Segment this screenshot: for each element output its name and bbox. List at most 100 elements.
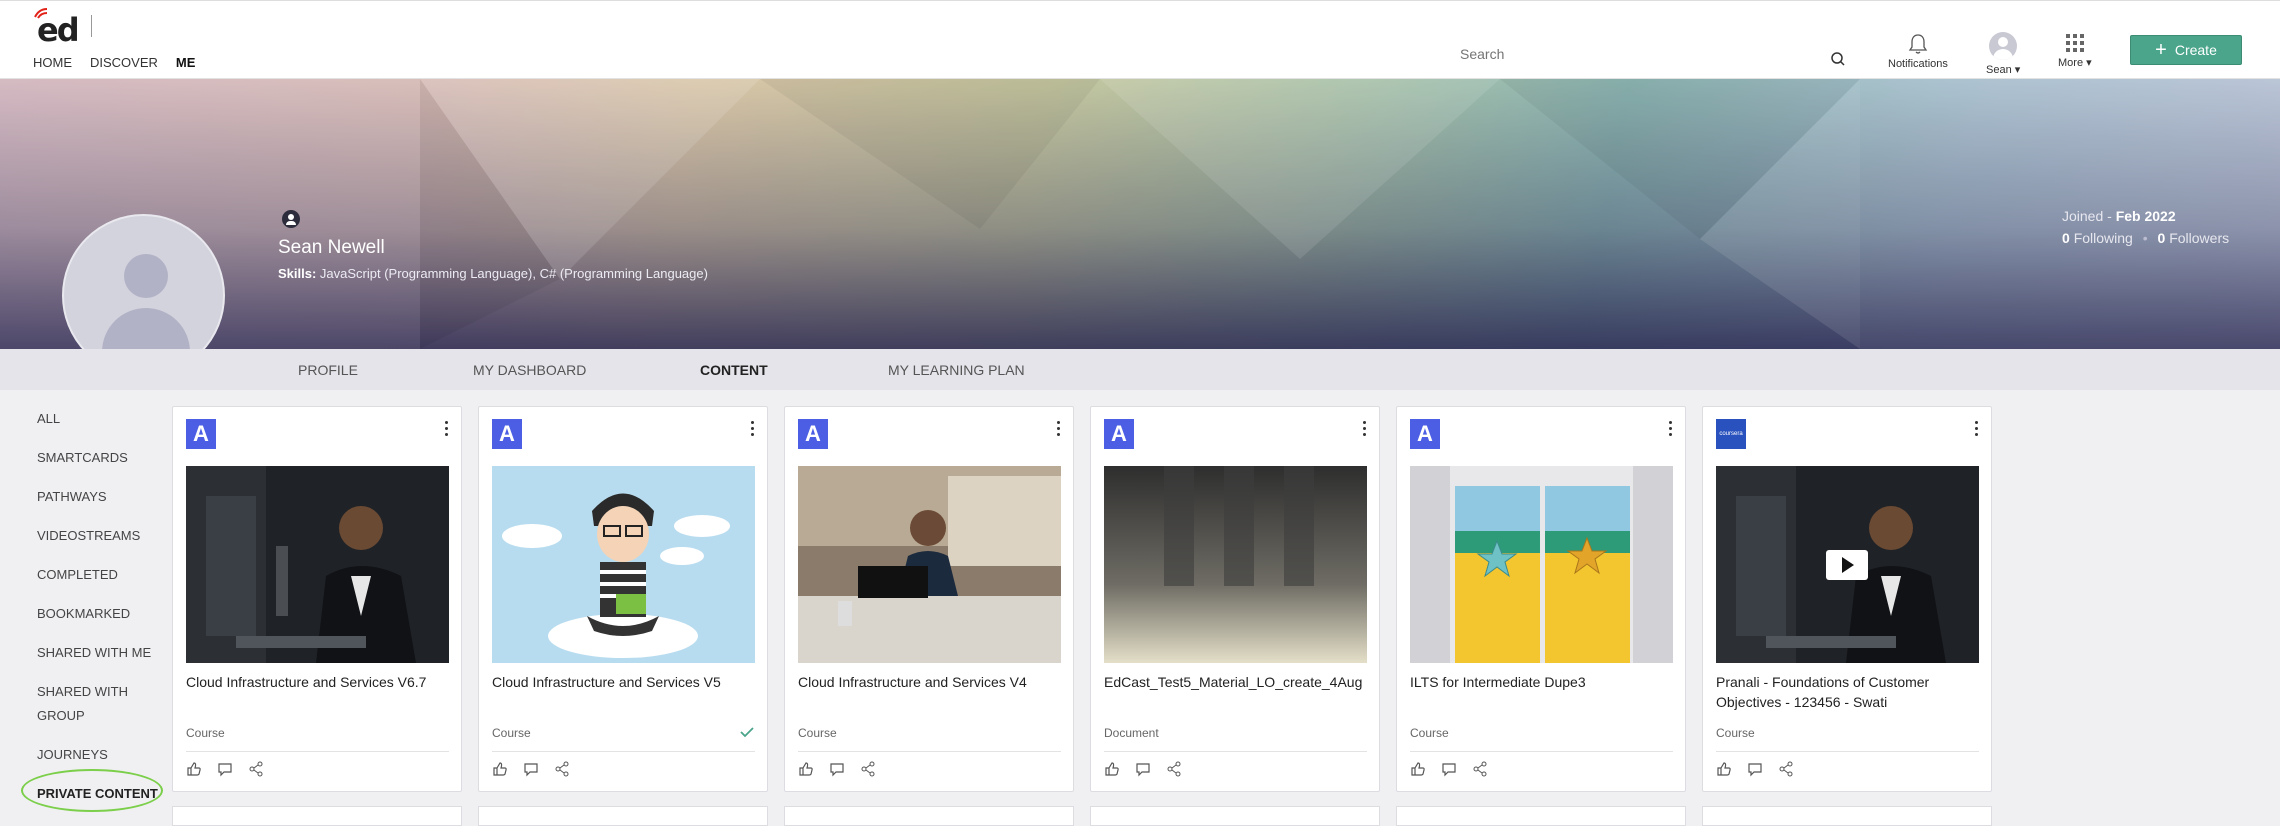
highlight-circle: [21, 769, 163, 812]
search-input[interactable]: [1460, 46, 1810, 62]
notifications-button[interactable]: Notifications: [1888, 33, 1948, 70]
bell-icon: [1908, 34, 1928, 54]
content-card-next-row[interactable]: [1090, 806, 1380, 826]
card-thumbnail[interactable]: [1716, 466, 1979, 663]
filter-journeys[interactable]: JOURNEYS: [37, 743, 108, 767]
card-type: Course: [798, 726, 837, 740]
share-icon[interactable]: [554, 761, 570, 777]
joined-date: Joined - Feb 2022: [2062, 208, 2176, 224]
tab-content[interactable]: CONTENT: [700, 362, 768, 378]
share-icon[interactable]: [1472, 761, 1488, 777]
filter-completed[interactable]: COMPLETED: [37, 563, 118, 587]
content-card[interactable]: A Cloud Infrastructure and Services V6.7…: [172, 406, 462, 792]
search-icon[interactable]: [1830, 51, 1846, 67]
following-link[interactable]: Following: [2074, 230, 2133, 246]
content-card[interactable]: A Cloud Infrastructure and Services V5 C…: [478, 406, 768, 792]
comment-icon[interactable]: [829, 761, 845, 777]
user-menu[interactable]: Sean ▾: [1986, 32, 2020, 76]
tab-my-learning-plan[interactable]: MY LEARNING PLAN: [888, 362, 1025, 378]
card-actions: [186, 761, 264, 777]
content-card-next-row[interactable]: [1396, 806, 1686, 826]
create-button-label: Create: [2174, 42, 2217, 58]
card-thumbnail[interactable]: [1410, 466, 1673, 663]
more-menu[interactable]: More ▾: [2058, 33, 2092, 69]
content-card-next-row[interactable]: [1702, 806, 1992, 826]
card-actions: [1716, 761, 1794, 777]
card-provider-badge: A: [492, 419, 522, 449]
comment-icon[interactable]: [217, 761, 233, 777]
content-card[interactable]: A ILTS for Intermediate Dupe3 Course: [1396, 406, 1686, 792]
card-actions: [1104, 761, 1182, 777]
content-card[interactable]: A EdCast_Test5_Material_LO_create_4Aug D…: [1090, 406, 1380, 792]
comment-icon[interactable]: [523, 761, 539, 777]
card-provider-badge: A: [1410, 419, 1440, 449]
like-icon[interactable]: [798, 761, 814, 777]
kebab-menu-icon[interactable]: [1975, 421, 1979, 439]
nav-discover[interactable]: DISCOVER: [90, 55, 158, 70]
plus-icon: +: [2155, 39, 2167, 61]
like-icon[interactable]: [186, 761, 202, 777]
card-title[interactable]: Pranali - Foundations of Customer Object…: [1716, 672, 1981, 712]
tab-profile[interactable]: PROFILE: [298, 362, 358, 378]
card-title[interactable]: Cloud Infrastructure and Services V6.7: [186, 672, 451, 692]
share-icon[interactable]: [248, 761, 264, 777]
create-button[interactable]: + Create: [2130, 35, 2242, 65]
card-divider: [186, 751, 449, 752]
like-icon[interactable]: [492, 761, 508, 777]
edcast-logo[interactable]: ed: [33, 7, 93, 49]
kebab-menu-icon[interactable]: [1363, 421, 1367, 439]
search-bar: [1460, 41, 1850, 75]
logo-text: ed: [37, 11, 80, 49]
content-card[interactable]: coursera Pranali - Foundations of Custom…: [1702, 406, 1992, 792]
kebab-menu-icon[interactable]: [1669, 421, 1673, 439]
card-divider: [1104, 751, 1367, 752]
top-header: ed HOME DISCOVER ME Notifications Sean ▾: [0, 0, 2280, 79]
filter-shared-with-me[interactable]: SHARED WITH ME: [37, 641, 151, 665]
card-title[interactable]: ILTS for Intermediate Dupe3: [1410, 672, 1675, 692]
play-icon[interactable]: [1826, 550, 1868, 580]
card-thumbnail[interactable]: [186, 466, 449, 663]
kebab-menu-icon[interactable]: [1057, 421, 1061, 439]
card-title[interactable]: Cloud Infrastructure and Services V4: [798, 672, 1063, 692]
filter-shared-with-group-line2[interactable]: GROUP: [37, 704, 85, 728]
user-menu-label: Sean ▾: [1986, 64, 2021, 76]
card-title[interactable]: Cloud Infrastructure and Services V5: [492, 672, 757, 692]
filter-shared-with-group[interactable]: SHARED WITH: [37, 680, 128, 704]
kebab-menu-icon[interactable]: [751, 421, 755, 439]
tab-my-dashboard[interactable]: MY DASHBOARD: [473, 362, 586, 378]
content-card-next-row[interactable]: [784, 806, 1074, 826]
nav-home[interactable]: HOME: [33, 55, 72, 70]
nav-me[interactable]: ME: [176, 55, 196, 70]
comment-icon[interactable]: [1135, 761, 1151, 777]
following-count: 0: [2062, 230, 2070, 246]
content-card-next-row[interactable]: [172, 806, 462, 826]
filter-pathways[interactable]: PATHWAYS: [37, 485, 107, 509]
content-card[interactable]: A Cloud Infrastructure and Services V4 C…: [784, 406, 1074, 792]
card-title[interactable]: EdCast_Test5_Material_LO_create_4Aug: [1104, 672, 1369, 692]
like-icon[interactable]: [1716, 761, 1732, 777]
content-card-next-row[interactable]: [478, 806, 768, 826]
filter-bookmarked[interactable]: BOOKMARKED: [37, 602, 130, 626]
kebab-menu-icon[interactable]: [445, 421, 449, 439]
share-icon[interactable]: [860, 761, 876, 777]
share-icon[interactable]: [1778, 761, 1794, 777]
like-icon[interactable]: [1104, 761, 1120, 777]
like-icon[interactable]: [1410, 761, 1426, 777]
card-type: Document: [1104, 726, 1159, 740]
share-icon[interactable]: [1166, 761, 1182, 777]
card-thumbnail[interactable]: [798, 466, 1061, 663]
card-divider: [1716, 751, 1979, 752]
user-avatar: [1989, 32, 2018, 60]
filter-videostreams[interactable]: VIDEOSTREAMS: [37, 524, 140, 548]
filter-smartcards[interactable]: SMARTCARDS: [37, 446, 128, 470]
profile-skills: Skills: JavaScript (Programming Language…: [278, 266, 708, 281]
follow-stats: 0 Following • 0 Followers: [2062, 230, 2230, 246]
completed-check-icon: [740, 727, 754, 738]
card-type: Course: [1716, 726, 1755, 740]
card-thumbnail[interactable]: [1104, 466, 1367, 663]
filter-all[interactable]: ALL: [37, 407, 60, 431]
comment-icon[interactable]: [1441, 761, 1457, 777]
followers-link[interactable]: Followers: [2169, 230, 2229, 246]
comment-icon[interactable]: [1747, 761, 1763, 777]
card-thumbnail[interactable]: [492, 466, 755, 663]
